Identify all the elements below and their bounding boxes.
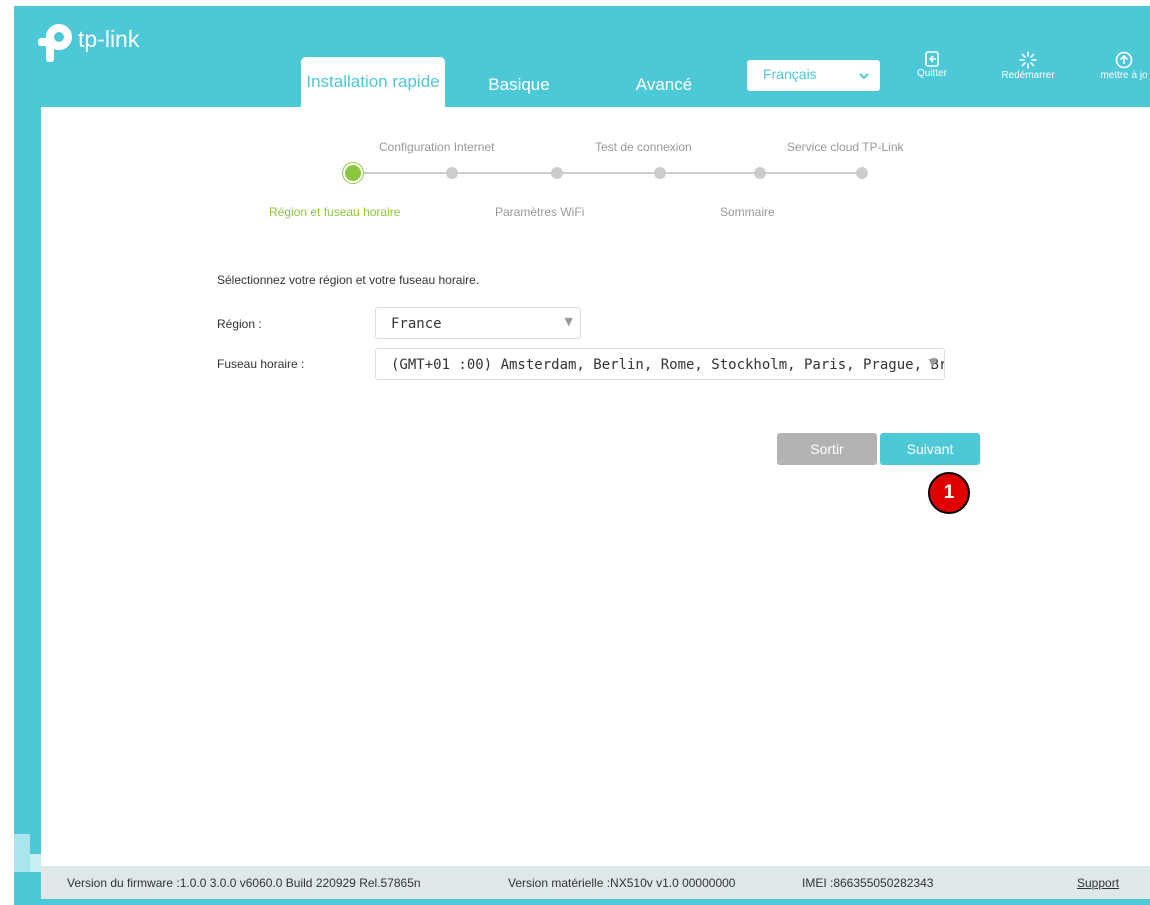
step-dot bbox=[446, 167, 458, 179]
step-dot bbox=[551, 167, 563, 179]
reboot-icon bbox=[1019, 51, 1037, 69]
logo-text: tp-link bbox=[78, 25, 140, 52]
hardware-version: Version matérielle :NX510v v1.0 00000000 bbox=[508, 876, 736, 890]
decorative-block bbox=[14, 834, 30, 872]
step-label-wifi: Paramètres WiFi bbox=[495, 205, 585, 219]
tp-link-logo-icon bbox=[38, 20, 72, 62]
update-button[interactable]: mettre à jo bbox=[1084, 51, 1150, 81]
timezone-select[interactable]: (GMT+01 :00) Amsterdam, Berlin, Rome, St… bbox=[375, 348, 945, 380]
triangle-down-icon: ▼ bbox=[564, 315, 573, 328]
update-label: mettre à jo bbox=[1100, 70, 1148, 81]
support-link[interactable]: Support bbox=[1077, 876, 1119, 890]
annotation-badge: 1 bbox=[928, 472, 970, 514]
step-label-sommaire: Sommaire bbox=[720, 205, 775, 219]
imei: IMEI :866355050282343 bbox=[802, 876, 934, 890]
language-selected: Français bbox=[763, 66, 817, 82]
step-dot bbox=[856, 167, 868, 179]
tab-basique[interactable]: Basique bbox=[474, 63, 564, 107]
region-label: Région : bbox=[217, 317, 262, 331]
next-button[interactable]: Suivant bbox=[880, 433, 980, 465]
main-content: Configuration Internet Test de connexion… bbox=[41, 107, 1150, 872]
form-intro: Sélectionnez votre région et votre fusea… bbox=[217, 273, 480, 287]
app-frame: tp-link Installation rapide Basique Avan… bbox=[14, 6, 1150, 905]
language-select[interactable]: Français bbox=[747, 60, 880, 91]
chevron-down-icon bbox=[859, 73, 869, 80]
step-dot bbox=[654, 167, 666, 179]
region-value: France bbox=[391, 316, 442, 332]
step-label-test-connexion: Test de connexion bbox=[595, 140, 692, 154]
step-dot-current bbox=[343, 163, 363, 183]
footer: Version du firmware :1.0.0 3.0.0 v6060.0… bbox=[41, 866, 1150, 899]
step-label-config-internet: Configuration Internet bbox=[379, 140, 495, 154]
logout-icon bbox=[925, 51, 939, 67]
region-select[interactable]: France ▼ bbox=[375, 307, 581, 339]
timezone-value: (GMT+01 :00) Amsterdam, Berlin, Rome, St… bbox=[391, 357, 944, 373]
tab-installation-rapide[interactable]: Installation rapide bbox=[301, 57, 445, 107]
reboot-label: Redémarrer bbox=[1001, 70, 1055, 81]
quit-label: Quitter bbox=[916, 68, 947, 79]
tab-avance[interactable]: Avancé bbox=[619, 63, 709, 107]
firmware-version: Version du firmware :1.0.0 3.0.0 v6060.0… bbox=[67, 876, 421, 890]
triangle-down-icon: ▼ bbox=[928, 356, 937, 369]
upload-icon bbox=[1115, 51, 1133, 69]
step-label-region: Région et fuseau horaire bbox=[269, 205, 401, 219]
exit-button[interactable]: Sortir bbox=[777, 433, 877, 465]
reboot-button[interactable]: Redémarrer bbox=[992, 51, 1064, 81]
timezone-label: Fuseau horaire : bbox=[217, 357, 305, 371]
step-label-service-cloud: Service cloud TP-Link bbox=[787, 140, 904, 154]
stepper-track bbox=[353, 172, 859, 174]
step-dot bbox=[754, 167, 766, 179]
quit-button[interactable]: Quitter bbox=[912, 51, 952, 79]
tp-link-logo: tp-link bbox=[38, 20, 139, 62]
